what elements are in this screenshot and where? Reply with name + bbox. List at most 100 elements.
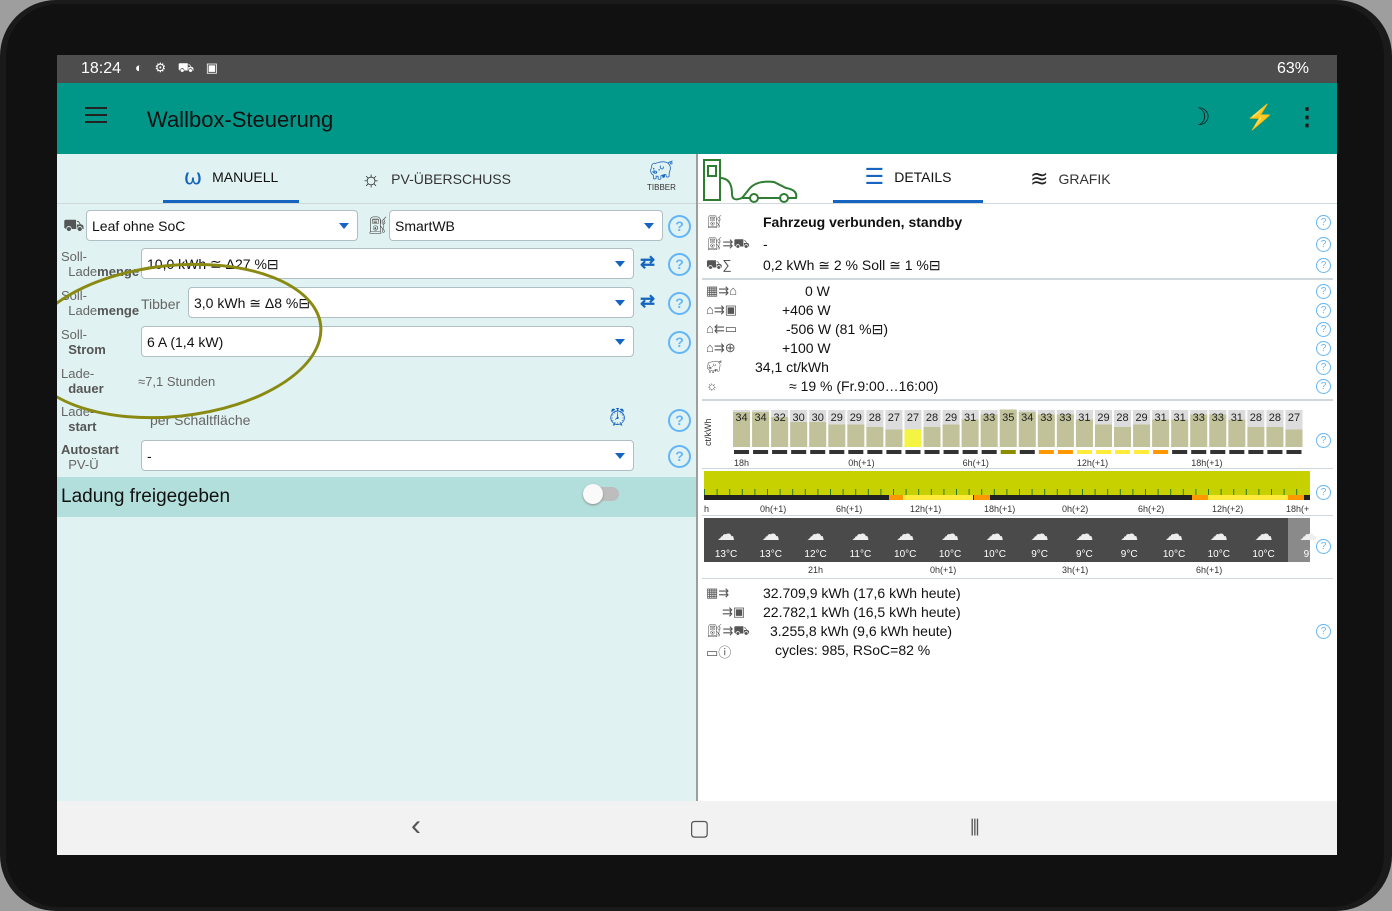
home-icon[interactable]: ▢ <box>689 815 710 841</box>
price-status-mark <box>1115 450 1131 454</box>
help-icon[interactable]: ? <box>1316 433 1331 448</box>
back-icon[interactable]: ‹ <box>411 809 421 843</box>
price-tick-label: 18h <box>734 458 749 468</box>
tab-manuell-label: MANUELL <box>212 169 279 185</box>
tab-pv-ueberschuss[interactable]: ☼ PV-ÜBERSCHUSS <box>361 154 511 203</box>
autostart-value: - <box>147 448 152 464</box>
price-status-mark <box>943 450 959 454</box>
weather-temp: 10°C <box>1163 549 1185 560</box>
price-bar <box>1247 427 1265 447</box>
price-chart: ct/kWh 34 34 32 30 30 29 29 28 27 27 28 29 31 33 35 34 3… <box>703 409 1303 468</box>
pv-minor-tick <box>981 489 983 495</box>
price-status-mark <box>1134 450 1150 454</box>
price-bar <box>885 429 903 447</box>
pv-minor-tick <box>1195 489 1197 495</box>
help-icon[interactable]: ? <box>668 292 691 315</box>
pv-minor-tick <box>943 489 945 495</box>
price-bar-label: 35 <box>1002 412 1014 424</box>
weather-temp: 12°C <box>804 549 826 560</box>
weather-temp: 10°C <box>984 549 1006 560</box>
control-pane: ⍵ MANUELL ☼ PV-ÜBERSCHUSS 🐖︎ TIBBER ⛟ Le… <box>57 154 696 801</box>
price-status-mark <box>1076 450 1092 454</box>
swap-icon[interactable]: ⇄ <box>640 291 655 312</box>
pv-tick-label: 12h(+2) <box>1212 504 1243 514</box>
pv-minor-tick <box>1132 489 1134 495</box>
help-icon[interactable]: ? <box>1316 341 1331 356</box>
battery-level: 63% <box>1276 60 1309 77</box>
price-status-mark <box>810 450 826 454</box>
status-bar: 18:24 ◐ ⚙ ⛟ ▣ 63% <box>57 55 1337 83</box>
ladung-freigegeben-toggle[interactable] <box>583 484 619 504</box>
pv-minor-tick <box>1258 489 1260 495</box>
help-icon[interactable]: ? <box>1316 360 1331 375</box>
pv-minor-tick <box>1170 489 1172 495</box>
price-bar-label: 33 <box>983 412 995 424</box>
cloud-moon-icon: ☁ <box>851 524 869 544</box>
battery-power-value: -506 W (81 %⊟) <box>786 321 888 337</box>
list-icon: ☰ <box>864 164 885 189</box>
recent-apps-icon[interactable]: ⦀ <box>970 815 980 841</box>
house-power-value: +406 W <box>782 302 831 318</box>
tab-manuell[interactable]: ⍵ MANUELL <box>163 154 299 203</box>
price-bar <box>923 427 941 447</box>
electricity-price-value: 34,1 ct/kWh <box>755 359 829 375</box>
price-bar-label: 33 <box>1040 412 1052 424</box>
help-icon[interactable]: ? <box>668 409 691 432</box>
help-icon[interactable]: ? <box>1316 624 1331 639</box>
pv-minor-tick <box>767 489 768 495</box>
price-status-mark <box>1229 450 1245 454</box>
swap-icon[interactable]: ⇄ <box>640 252 655 273</box>
tab-details[interactable]: ☰ DETAILS <box>833 154 983 203</box>
vehicle-status: Fahrzeug verbunden, standby <box>763 214 963 230</box>
help-icon[interactable]: ? <box>1316 303 1331 318</box>
tab-grafik[interactable]: ≋ GRAFIK <box>1030 154 1111 203</box>
wallbox-icon: ⛽︎ <box>706 214 723 229</box>
hamburger-menu-icon[interactable] <box>85 107 107 123</box>
tab-grafik-label: GRAFIK <box>1058 170 1111 187</box>
pv-minor-tick <box>1283 489 1285 495</box>
price-bar <box>1094 424 1112 447</box>
pv-minor-tick <box>993 489 995 495</box>
pv-minor-tick <box>1296 489 1298 495</box>
help-icon[interactable]: ? <box>1316 379 1331 394</box>
pv-tick-label: 6h(+2) <box>1138 504 1164 514</box>
overflow-menu-icon[interactable]: ⋮ <box>1295 103 1319 132</box>
tibber-button[interactable]: 🐖︎ TIBBER <box>647 158 676 192</box>
pv-minor-tick <box>918 489 920 495</box>
help-icon[interactable]: ? <box>668 331 691 354</box>
price-bar-label: 34 <box>754 412 766 424</box>
price-bar-label: 33 <box>1212 412 1224 424</box>
help-icon[interactable]: ? <box>1316 284 1331 299</box>
help-icon[interactable]: ? <box>668 253 691 276</box>
help-icon[interactable]: ? <box>668 215 691 238</box>
weather-temp: 9°C <box>1076 549 1093 560</box>
pv-tick-label: 12h(+1) <box>910 504 941 514</box>
alarm-clock-icon[interactable]: ⏰︎ <box>609 405 626 431</box>
price-status-mark <box>905 450 921 454</box>
wallbox-select[interactable]: SmartWB <box>389 210 663 241</box>
pv-minor-tick <box>779 489 781 495</box>
price-bar <box>790 422 808 447</box>
help-icon[interactable]: ? <box>1316 485 1331 500</box>
house-to-meter-icon: ⌂⇉▣ <box>706 302 738 317</box>
help-icon[interactable]: ? <box>668 445 691 468</box>
weather-tick-label: 6h(+1) <box>1196 565 1222 575</box>
car-icon: ⛟ <box>63 216 85 235</box>
help-icon[interactable]: ? <box>1316 237 1331 252</box>
help-icon[interactable]: ? <box>1316 215 1331 230</box>
autostart-select[interactable]: - <box>141 440 634 471</box>
car-total-icon: ⛽︎⇉⛟ <box>706 623 750 638</box>
night-mode-icon[interactable]: ☽ <box>1189 103 1211 132</box>
help-icon[interactable]: ? <box>1316 322 1331 337</box>
price-bar-label: 27 <box>907 412 919 424</box>
vehicle-select-value: Leaf ohne SoC <box>92 218 186 234</box>
price-bar-label: 31 <box>964 412 976 424</box>
charge-bolt-icon[interactable]: ⚡ <box>1245 103 1275 132</box>
vehicle-select[interactable]: Leaf ohne SoC <box>86 210 358 241</box>
wallbox-select-value: SmartWB <box>395 218 455 234</box>
help-icon[interactable]: ? <box>1316 258 1331 273</box>
price-bar-label: 28 <box>926 412 938 424</box>
pv-minor-tick <box>1031 489 1033 495</box>
help-icon[interactable]: ? <box>1316 539 1331 554</box>
pv-minor-tick <box>1245 489 1247 495</box>
